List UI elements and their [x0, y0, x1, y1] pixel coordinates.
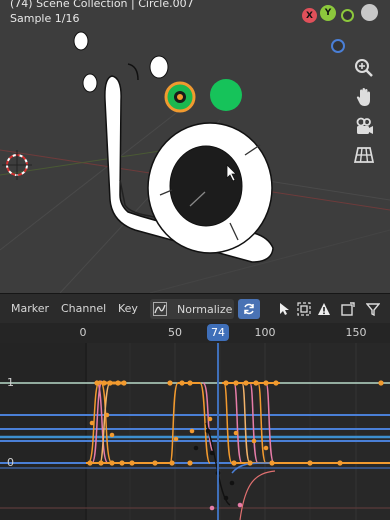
- curve-handle-icon: [153, 302, 167, 316]
- frame-tick-label: 0: [79, 326, 87, 339]
- menu-key[interactable]: Key: [118, 302, 138, 315]
- frame-tick-label: 50: [168, 326, 182, 339]
- render-sample-count: Sample 1/16: [10, 12, 80, 25]
- gizmo-x-axis[interactable]: X: [302, 8, 317, 23]
- frame-tick-label: 150: [345, 326, 367, 339]
- grid-view-icon[interactable]: [352, 143, 376, 167]
- gizmo-neg-z-axis[interactable]: [331, 39, 345, 53]
- warning-button[interactable]: [314, 299, 334, 319]
- frame-selected-button[interactable]: [294, 299, 314, 319]
- filter-button[interactable]: [362, 299, 384, 319]
- cursor-icon: [280, 303, 289, 315]
- camera-icon[interactable]: [352, 114, 376, 138]
- filter-icon: [366, 303, 380, 316]
- curve-plot: [0, 340, 390, 520]
- hand-pan-icon[interactable]: [352, 85, 376, 109]
- y-axis-label: 1: [7, 376, 14, 389]
- gizmo-x-label: X: [306, 10, 313, 21]
- cursor-tool-button[interactable]: [274, 299, 294, 319]
- y-axis-label: 0: [7, 456, 14, 469]
- graph-editor-area[interactable]: 0 50 100 150 74 1 0: [0, 323, 390, 520]
- menu-channel[interactable]: Channel: [61, 302, 106, 315]
- graph-editor-header: Marker Channel Key Normalize: [0, 293, 390, 323]
- warning-icon: [318, 303, 330, 315]
- box-icon: [341, 302, 355, 316]
- frame-icon: [297, 302, 311, 316]
- box-select-button[interactable]: [338, 299, 358, 319]
- timeline-ruler[interactable]: 0 50 100 150 74: [0, 323, 390, 343]
- normalize-label: Normalize: [177, 302, 233, 316]
- zoom-icon[interactable]: [352, 56, 376, 80]
- frame-tick-label: 100: [254, 326, 276, 339]
- current-frame-indicator[interactable]: 74: [207, 324, 229, 341]
- 3d-viewport[interactable]: (74) Scene Collection | Circle.007 Sampl…: [0, 0, 390, 293]
- gizmo-y-label: Y: [324, 8, 332, 18]
- gizmo-y-axis[interactable]: Y: [320, 5, 336, 21]
- normalize-toggle[interactable]: Normalize: [150, 299, 234, 319]
- menu-marker[interactable]: Marker: [11, 302, 49, 315]
- gizmo-neg-y-axis[interactable]: [341, 9, 354, 22]
- gizmo-z-axis[interactable]: [361, 4, 378, 21]
- refresh-icon: [244, 303, 254, 315]
- viewport-title: (74) Scene Collection | Circle.007: [10, 0, 194, 10]
- refresh-button[interactable]: [238, 299, 260, 319]
- blender-window: (74) Scene Collection | Circle.007 Sampl…: [0, 0, 390, 520]
